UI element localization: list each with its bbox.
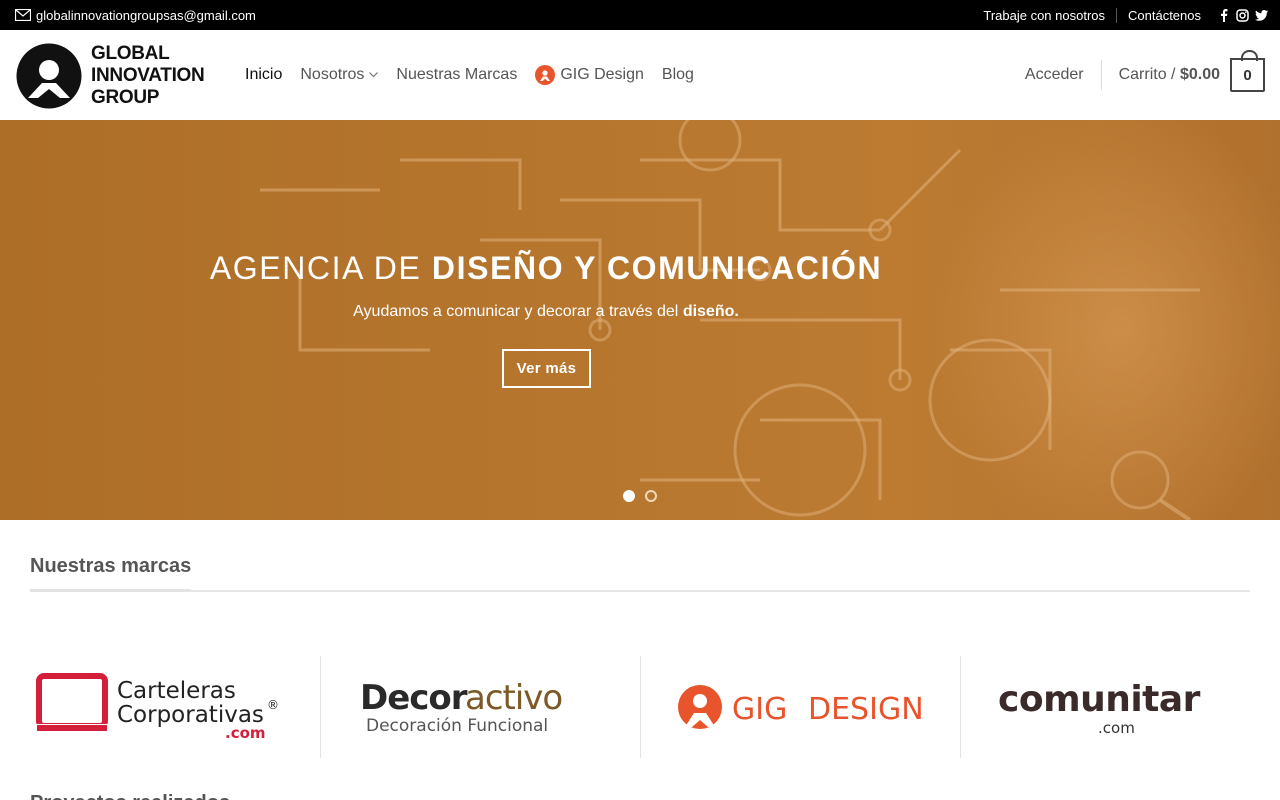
brand-decoractivo[interactable]: Decor activo Decoración Funcional [320, 656, 640, 758]
slider-dot-2[interactable] [645, 490, 657, 502]
brand-comunitar[interactable]: comunitar .com [960, 656, 1280, 758]
svg-text:GIG: GIG [732, 692, 787, 727]
nav-label: Nosotros [300, 66, 365, 83]
nav-label: Blog [661, 66, 694, 83]
carteleras-corporativas-logo: Carteleras Corporativas ® .com [35, 673, 279, 742]
logo-line-3: GROUP [91, 87, 160, 108]
contactenos-link[interactable]: Contáctenos [1128, 8, 1201, 23]
brand-carteleras-corporativas[interactable]: Carteleras Corporativas ® .com [0, 656, 320, 758]
gig-design-logo: GIG DESIGN [677, 685, 924, 729]
cart-label-text: Carrito / [1118, 66, 1176, 83]
hero-title: AGENCIA DE DISEÑO Y COMUNICACIÓN [0, 250, 1092, 287]
nav-gig-design[interactable]: GIG Design [535, 65, 644, 85]
svg-text:.com: .com [225, 724, 266, 742]
envelope-icon [15, 9, 31, 21]
email-link[interactable]: globalinnovationgroupsas@gmail.com [15, 0, 256, 30]
logo-line-1: GLOBAL [91, 43, 170, 64]
main-header: GLOBAL INNOVATION GROUP Inicio Nosotros … [0, 30, 1280, 120]
svg-text:Decoración Funcional: Decoración Funcional [366, 716, 548, 736]
section-divider [30, 590, 1250, 592]
svg-text:Carteleras: Carteleras [117, 678, 236, 704]
site-logo[interactable]: GLOBAL INNOVATION GROUP [16, 43, 216, 109]
login-link[interactable]: Acceder [1025, 66, 1084, 84]
svg-text:DESIGN: DESIGN [808, 692, 924, 727]
header-actions: Acceder Carrito / $0.00 0 [1025, 30, 1265, 120]
svg-text:Decor: Decor [360, 678, 468, 718]
nav-inicio[interactable]: Inicio [245, 66, 282, 84]
nav-label: Inicio [245, 66, 283, 83]
logo-mark-icon [16, 43, 82, 109]
hero-subtitle: Ayudamos a comunicar y decorar a través … [0, 303, 1092, 321]
email-text: globalinnovationgroupsas@gmail.com [36, 7, 256, 23]
ver-mas-button[interactable]: Ver más [502, 349, 591, 388]
nav-label: GIG Design [560, 66, 644, 83]
top-bar: globalinnovationgroupsas@gmail.com Traba… [0, 0, 1280, 30]
chevron-down-icon [369, 70, 379, 81]
brands-section-title: Nuestras marcas [30, 555, 192, 577]
gig-design-icon [535, 65, 556, 85]
nav-blog[interactable]: Blog [662, 66, 694, 84]
nav-label: Nuestras Marcas [396, 66, 518, 83]
hero-slider: AGENCIA DE DISEÑO Y COMUNICACIÓN Ayudamo… [0, 120, 1280, 520]
logo-text: GLOBAL INNOVATION GROUP [91, 43, 205, 109]
comunitar-logo: comunitar .com [998, 679, 1201, 737]
main-nav: Inicio Nosotros Nuestras Marcas GIG Desi… [245, 30, 694, 120]
brand-gig-design[interactable]: GIG DESIGN [640, 656, 960, 758]
svg-text:.com: .com [1098, 719, 1135, 737]
cart-link[interactable]: Carrito / $0.00 0 [1119, 50, 1265, 92]
nav-nosotros[interactable]: Nosotros [300, 66, 379, 84]
svg-text:comunitar: comunitar [998, 679, 1201, 720]
hero-title-light: AGENCIA DE [209, 250, 422, 286]
hero-subtitle-bold: diseño. [682, 303, 739, 320]
svg-text:activo: activo [465, 678, 562, 718]
section-title-underline [30, 589, 191, 592]
facebook-icon[interactable] [1217, 8, 1230, 22]
cart-count-badge: 0 [1230, 50, 1265, 92]
hero-subtitle-text: Ayudamos a comunicar y decorar a través … [353, 303, 679, 320]
projects-section-title: Proyectos realizados [30, 792, 230, 800]
divider [1100, 60, 1102, 90]
decoractivo-logo: Decor activo Decoración Funcional [360, 678, 563, 736]
slider-dot-1[interactable] [623, 490, 635, 502]
hero-title-bold: DISEÑO Y COMUNICACIÓN [431, 250, 883, 286]
social-links [1217, 8, 1268, 22]
nav-nuestras-marcas[interactable]: Nuestras Marcas [396, 66, 517, 84]
instagram-icon[interactable] [1236, 8, 1249, 22]
logo-line-2: INNOVATION [91, 65, 205, 86]
svg-text:®: ® [267, 698, 279, 712]
slider-dots [623, 490, 657, 502]
cart-label: Carrito / $0.00 [1119, 66, 1220, 84]
trabaje-con-nosotros-link[interactable]: Trabaje con nosotros [983, 8, 1105, 23]
twitter-icon[interactable] [1255, 9, 1268, 22]
divider [1116, 7, 1117, 23]
cart-total: $0.00 [1179, 66, 1220, 83]
